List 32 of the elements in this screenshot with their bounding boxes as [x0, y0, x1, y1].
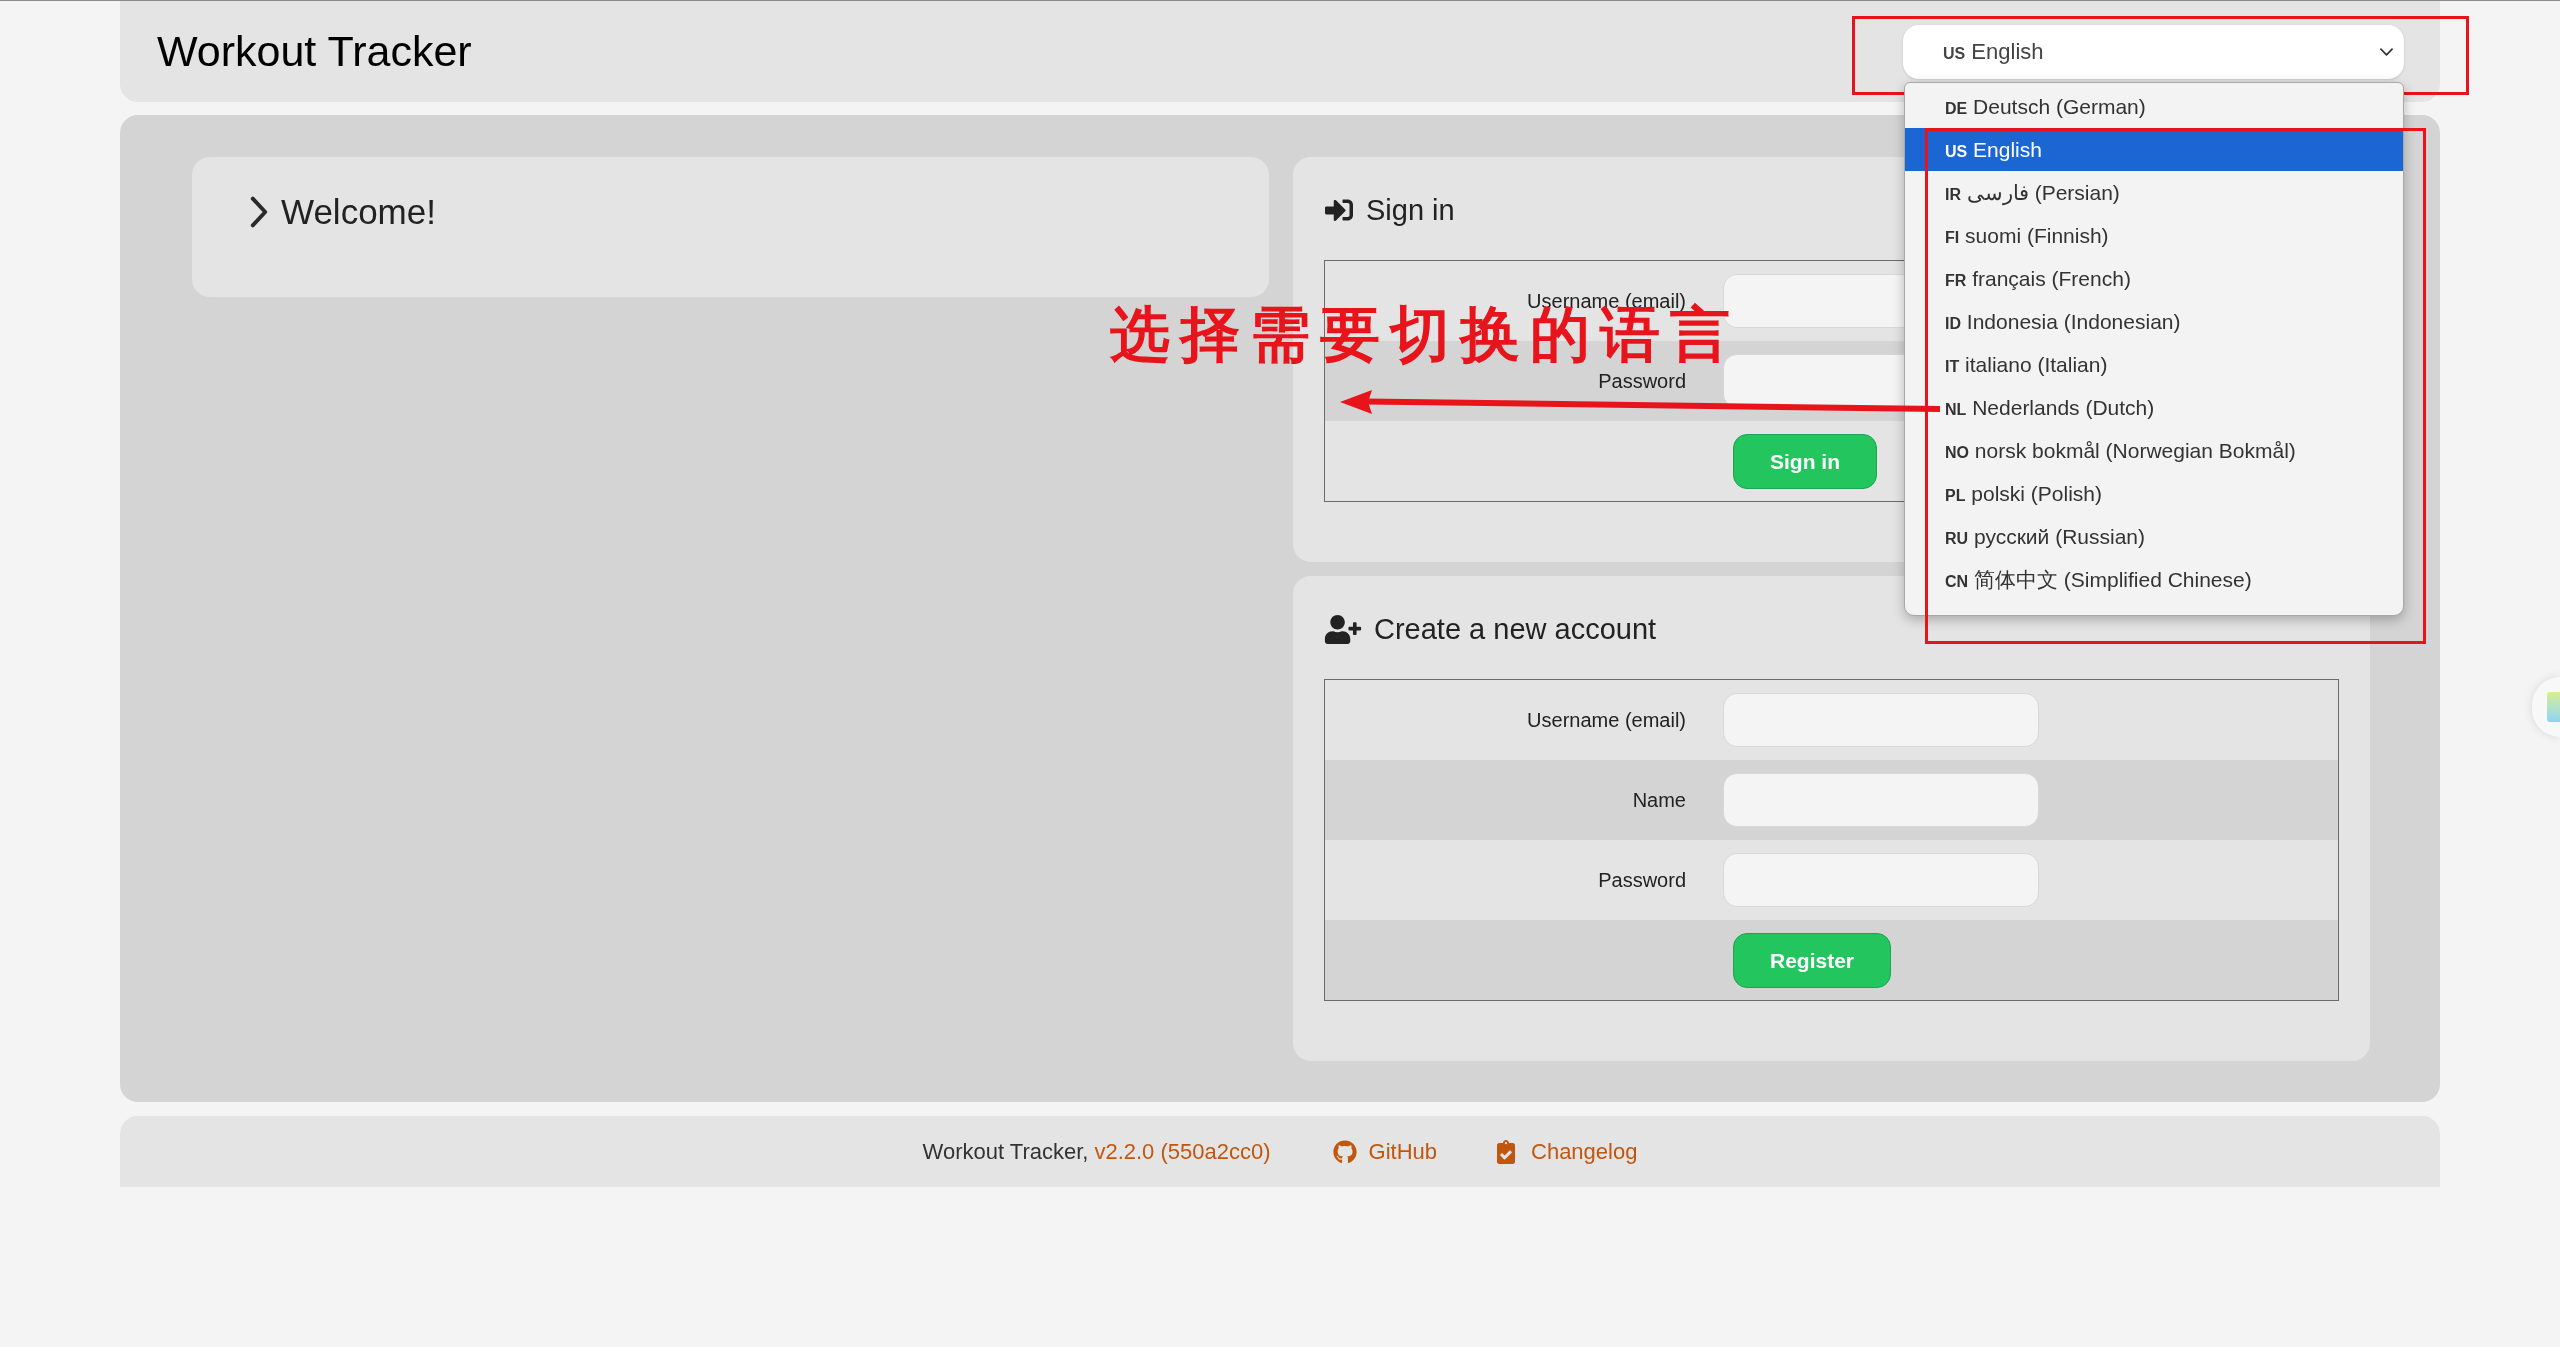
language-option[interactable]: CN 简体中文 (Simplified Chinese) — [1905, 557, 2403, 601]
language-option[interactable]: ID Indonesia (Indonesian) — [1905, 299, 2403, 343]
floating-widget-icon[interactable] — [2532, 677, 2560, 737]
field-label: Username (email) — [1526, 710, 1686, 730]
input-field[interactable] — [1723, 693, 2039, 747]
footer-text: Workout Tracker, — [922, 1140, 1089, 1163]
input-field[interactable] — [1723, 773, 2039, 827]
card-title: Sign in — [1366, 195, 1455, 225]
app-title: Workout Tracker — [157, 30, 472, 73]
language-option[interactable]: DE Deutsch (German) — [1905, 84, 2403, 128]
github-icon — [1332, 1139, 1357, 1164]
card-title: Create a new account — [1374, 614, 1657, 644]
language-option[interactable]: US English — [1905, 127, 2403, 171]
chevron-down-icon — [2380, 47, 2393, 56]
welcome-toggle[interactable]: Welcome! — [250, 194, 436, 229]
language-option[interactable]: PL polski (Polish) — [1905, 471, 2403, 515]
field-label: Name — [1631, 790, 1686, 810]
field-label: Password — [1597, 371, 1686, 391]
input-field[interactable] — [1723, 853, 2039, 907]
version-link[interactable]: v2.2.0 (550a2cc0) — [1094, 1140, 1271, 1163]
footer-link[interactable]: GitHub — [1332, 1139, 1437, 1164]
language-option[interactable]: FI suomi (Finnish) — [1905, 213, 2403, 257]
language-option[interactable]: FR français (French) — [1905, 256, 2403, 300]
clipboard-check-icon — [1497, 1139, 1515, 1164]
language-option[interactable]: NO norsk bokmål (Norwegian Bokmål) — [1905, 428, 2403, 472]
language-option[interactable]: NL Nederlands (Dutch) — [1905, 385, 2403, 429]
field-label: Password — [1597, 870, 1686, 890]
language-option[interactable]: RU русский (Russian) — [1905, 514, 2403, 558]
language-select[interactable]: US English — [1903, 24, 2404, 79]
footer-link[interactable]: Changelog — [1497, 1139, 1638, 1164]
language-option[interactable]: IT italiano (Italian) — [1905, 342, 2403, 386]
user-plus-icon — [1324, 614, 1362, 644]
